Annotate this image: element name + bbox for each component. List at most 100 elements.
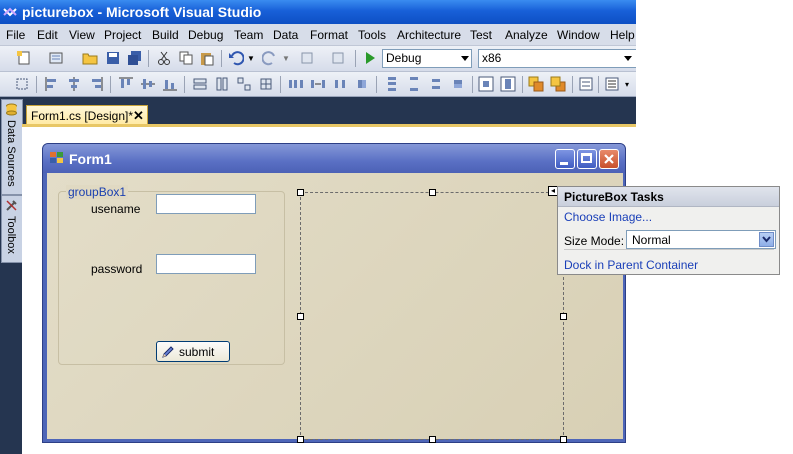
increase-vertical-spacing-icon[interactable] [406, 76, 422, 92]
align-middles-icon[interactable] [140, 76, 156, 92]
form-title-bar[interactable]: Form1 [43, 144, 625, 173]
size-mode-label: Size Mode: [564, 234, 625, 248]
resize-handle[interactable] [297, 313, 304, 320]
paste-icon[interactable] [199, 50, 215, 66]
solution-configuration-value: Debug [386, 51, 422, 65]
send-to-back-icon[interactable] [550, 76, 566, 92]
resize-handle[interactable] [297, 189, 304, 196]
close-icon[interactable]: ✕ [133, 108, 144, 124]
menu-analyze[interactable]: Analyze [505, 28, 548, 42]
align-tops-icon[interactable] [118, 76, 134, 92]
remove-horizontal-spacing-icon[interactable] [354, 76, 370, 92]
toolbar-separator [355, 50, 356, 67]
menu-view[interactable]: View [69, 28, 95, 42]
username-textbox[interactable] [156, 194, 256, 214]
toolbar-separator [572, 76, 573, 93]
redo-icon[interactable] [262, 50, 278, 66]
menu-project[interactable]: Project [104, 28, 141, 42]
dropdown-button[interactable] [759, 232, 774, 247]
center-horizontally-icon[interactable] [478, 76, 494, 92]
align-centers-icon[interactable] [66, 76, 82, 92]
undo-dropdown-icon[interactable]: ▼ [247, 54, 255, 63]
align-to-grid-icon[interactable] [14, 76, 30, 92]
bring-to-front-icon[interactable] [528, 76, 544, 92]
menu-architecture[interactable]: Architecture [397, 28, 461, 42]
resize-handle[interactable] [297, 436, 304, 443]
align-bottoms-icon[interactable] [162, 76, 178, 92]
toolbar-separator [221, 50, 222, 67]
vertical-spacing-equal-icon[interactable] [384, 76, 400, 92]
menu-test[interactable]: Test [470, 28, 492, 42]
password-textbox[interactable] [156, 254, 256, 274]
document-tab-form1-design[interactable]: Form1.cs [Design]* ✕ [26, 105, 148, 126]
dock-in-parent-link[interactable]: Dock in Parent Container [564, 258, 698, 272]
align-rights-icon[interactable] [88, 76, 104, 92]
menu-edit[interactable]: Edit [37, 28, 58, 42]
visual-studio-icon [3, 7, 17, 17]
remove-vertical-spacing-icon[interactable] [450, 76, 466, 92]
menu-data[interactable]: Data [273, 28, 298, 42]
picture-box[interactable] [300, 192, 564, 440]
edit-pencil-icon [162, 346, 174, 358]
menu-file[interactable]: File [6, 28, 25, 42]
add-item-icon[interactable] [48, 50, 64, 66]
resize-handle[interactable] [560, 313, 567, 320]
toolbar-options-icon[interactable]: ▾ [625, 80, 629, 89]
maximize-button[interactable] [577, 149, 597, 169]
open-folder-icon[interactable] [82, 50, 98, 66]
cut-icon[interactable] [156, 50, 172, 66]
toolbox-tab[interactable]: Toolbox [1, 195, 23, 263]
menu-build[interactable]: Build [152, 28, 179, 42]
toolbar-separator [148, 50, 149, 67]
solution-platform-select[interactable]: x86 [478, 49, 636, 68]
menu-tools[interactable]: Tools [358, 28, 386, 42]
tasks-panel-title: PictureBox Tasks [564, 190, 664, 204]
make-same-size-icon[interactable] [236, 76, 252, 92]
make-same-width-icon[interactable] [192, 76, 208, 92]
tab-order-icon[interactable] [578, 76, 594, 92]
horizontal-spacing-equal-icon[interactable] [288, 76, 304, 92]
close-button[interactable] [599, 149, 619, 169]
toolbox-label: Toolbox [5, 216, 17, 254]
undo-icon[interactable] [228, 50, 244, 66]
submit-button[interactable]: submit [156, 341, 230, 362]
data-sources-tab[interactable]: Data Sources [1, 99, 23, 195]
decrease-horizontal-spacing-icon[interactable] [332, 76, 348, 92]
toolbar-separator [376, 76, 377, 93]
align-lefts-icon[interactable] [44, 76, 60, 92]
menu-format[interactable]: Format [310, 28, 348, 42]
menu-help[interactable]: Help [610, 28, 635, 42]
toolbar-separator [110, 76, 111, 93]
chevron-down-icon [762, 236, 771, 243]
center-vertically-icon[interactable] [500, 76, 516, 92]
tasks-panel-header: PictureBox Tasks [558, 187, 779, 207]
size-mode-select[interactable]: Normal [626, 230, 776, 249]
resize-handle[interactable] [429, 436, 436, 443]
menu-window[interactable]: Window [557, 28, 600, 42]
solution-configuration-select[interactable]: Debug [382, 49, 472, 68]
save-all-icon[interactable] [127, 50, 143, 66]
size-to-grid-icon[interactable] [258, 76, 274, 92]
increase-horizontal-spacing-icon[interactable] [310, 76, 326, 92]
group-box[interactable] [58, 191, 285, 365]
toolbar-separator [598, 76, 599, 93]
redo-dropdown-icon[interactable]: ▼ [282, 54, 290, 63]
decrease-vertical-spacing-icon[interactable] [428, 76, 444, 92]
minimize-button[interactable] [555, 149, 575, 169]
menu-debug[interactable]: Debug [188, 28, 223, 42]
navigate-forward-icon[interactable] [330, 50, 346, 66]
make-same-height-icon[interactable] [214, 76, 230, 92]
resize-handle[interactable] [560, 436, 567, 443]
save-icon[interactable] [105, 50, 121, 66]
choose-image-link[interactable]: Choose Image... [564, 210, 652, 224]
resize-handle[interactable] [429, 189, 436, 196]
chevron-down-icon [624, 56, 632, 61]
size-mode-value: Normal [632, 233, 671, 247]
navigate-backward-icon[interactable] [299, 50, 315, 66]
copy-icon[interactable] [178, 50, 194, 66]
toolbar-separator [36, 76, 37, 93]
menu-team[interactable]: Team [234, 28, 263, 42]
new-project-icon[interactable] [16, 50, 32, 66]
lock-controls-icon[interactable] [604, 76, 620, 92]
start-debugging-icon[interactable] [362, 50, 378, 66]
